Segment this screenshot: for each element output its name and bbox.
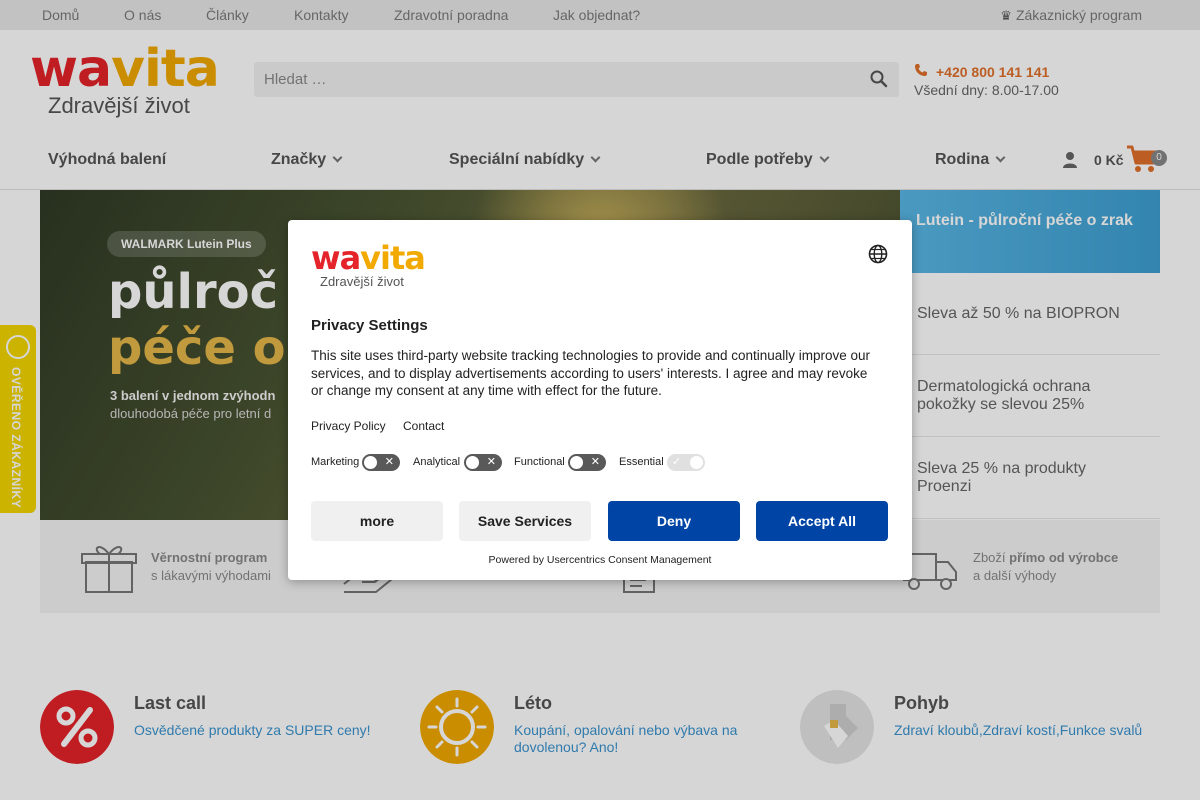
- privacy-policy-link[interactable]: Privacy Policy: [311, 419, 386, 433]
- language-globe-icon[interactable]: [868, 244, 888, 264]
- powered-by-label: Powered by Usercentrics Consent Manageme…: [488, 554, 712, 566]
- toggle-switch[interactable]: ✕: [464, 454, 502, 471]
- toggle-knob: [690, 456, 703, 469]
- accept-all-button[interactable]: Accept All: [756, 501, 888, 541]
- toggle-knob: [466, 456, 479, 469]
- toggle-switch-disabled: ✓: [667, 454, 705, 471]
- toggle-knob: [570, 456, 583, 469]
- dialog-logo: wavita Zdravější život: [311, 239, 426, 289]
- more-button[interactable]: more: [311, 501, 443, 541]
- toggle-knob: [364, 456, 377, 469]
- dialog-title: Privacy Settings: [311, 317, 428, 334]
- x-icon: ✕: [384, 456, 394, 468]
- toggle-label: Functional: [514, 456, 565, 468]
- logo-text-vita: vita: [360, 239, 426, 277]
- x-icon: ✕: [486, 456, 496, 468]
- toggle-label: Analytical: [413, 456, 461, 468]
- logo-text-wa: wa: [311, 239, 361, 277]
- dialog-description: This site uses third-party website track…: [311, 348, 871, 398]
- contact-link[interactable]: Contact: [403, 419, 444, 433]
- toggle-switch[interactable]: ✕: [568, 454, 606, 471]
- toggle-switch[interactable]: ✕: [362, 454, 400, 471]
- toggle-label: Essential: [619, 456, 664, 468]
- check-icon: ✓: [672, 456, 682, 468]
- x-icon: ✕: [590, 456, 600, 468]
- save-services-button[interactable]: Save Services: [459, 501, 591, 541]
- deny-button[interactable]: Deny: [608, 501, 740, 541]
- toggle-label: Marketing: [311, 456, 360, 468]
- privacy-consent-dialog: wavita Zdravější život Privacy Settings …: [288, 220, 912, 580]
